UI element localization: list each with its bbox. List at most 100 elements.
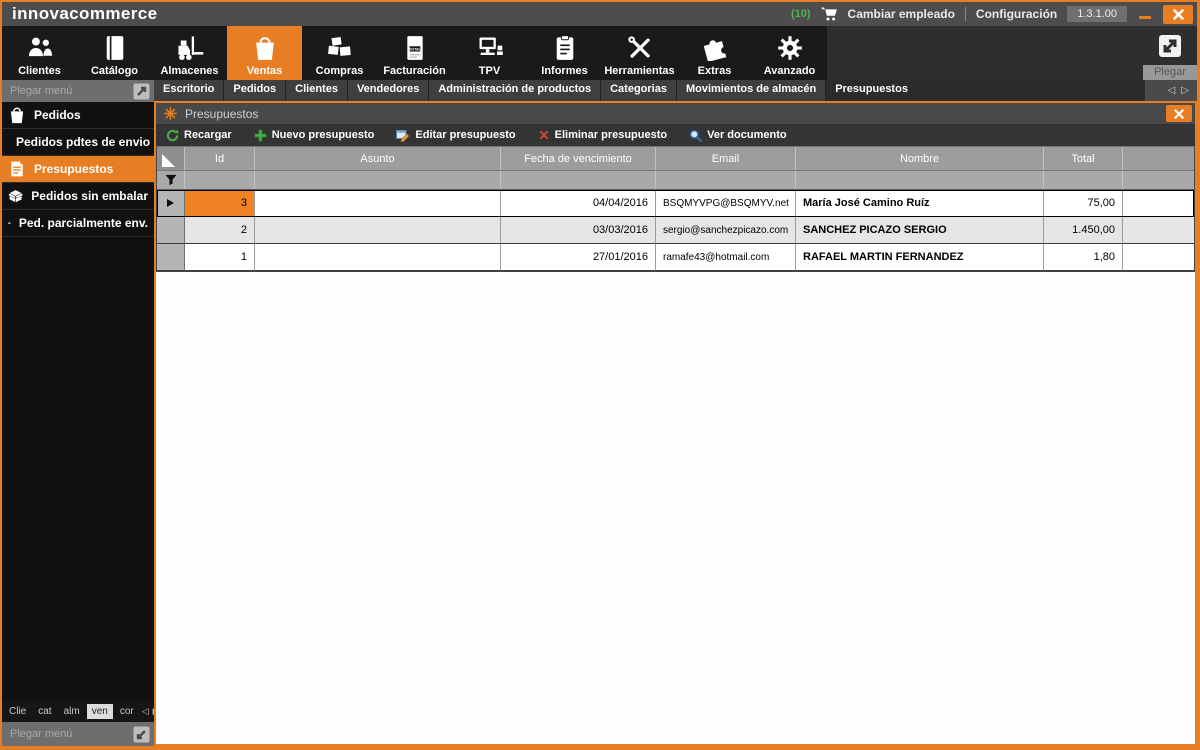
column-header-email[interactable]: Email: [656, 147, 796, 170]
tab-categorias[interactable]: Categorias: [601, 80, 677, 101]
cell-fecha[interactable]: 27/01/2016: [501, 244, 656, 271]
cell-email[interactable]: sergio@sanchezpicazo.com: [656, 217, 796, 244]
sidebar-item-ped-parcialmente-env[interactable]: Ped. parcialmente env.: [2, 210, 154, 237]
ribbon-item-tpv[interactable]: TPV: [452, 26, 527, 80]
app-close-button[interactable]: [1163, 4, 1193, 24]
window-close-button[interactable]: [1166, 105, 1192, 122]
mini-tab-compras[interactable]: cor: [115, 704, 139, 719]
cell-asunto[interactable]: [255, 244, 501, 271]
herramientas-icon: [626, 33, 654, 63]
cell-nombre[interactable]: María José Camino Ruíz: [796, 190, 1044, 217]
settings-button[interactable]: Configuración: [976, 7, 1057, 21]
filter-cell[interactable]: [255, 171, 501, 189]
column-header-id[interactable]: Id: [185, 147, 255, 170]
ribbon-item-facturacion[interactable]: TOTAL Facturación: [377, 26, 452, 80]
filter-cell[interactable]: [656, 171, 796, 189]
sidebar-item-label: Pedidos sin embalar: [31, 189, 148, 203]
change-employee-button[interactable]: Cambiar empleado: [848, 7, 955, 21]
column-header-total[interactable]: Total: [1044, 147, 1123, 170]
sidebar-item-pedidos-pdtes-envio[interactable]: Pedidos pdtes de envio: [2, 129, 154, 156]
almacenes-icon: [175, 33, 205, 63]
cell-total[interactable]: 1,80: [1044, 244, 1123, 271]
cell-fecha[interactable]: 03/03/2016: [501, 217, 656, 244]
cell-asunto[interactable]: [255, 217, 501, 244]
mini-tab-catalogo[interactable]: cat: [33, 704, 56, 719]
collapse-up-icon: [133, 83, 150, 99]
new-presupuesto-button[interactable]: Nuevo presupuesto: [254, 128, 374, 142]
column-header-fecha[interactable]: Fecha de vencimiento: [501, 147, 656, 170]
cart-icon[interactable]: [821, 7, 838, 21]
filter-funnel-cell[interactable]: [157, 171, 185, 189]
tabs-scroll-right-icon[interactable]: ▷: [1181, 85, 1189, 96]
delete-presupuesto-button[interactable]: Eliminar presupuesto: [538, 129, 667, 141]
edit-presupuesto-button[interactable]: Editar presupuesto: [396, 129, 516, 142]
sidebar-collapse-footer[interactable]: Plegar menú: [2, 722, 154, 746]
filter-cell[interactable]: [1044, 171, 1123, 189]
cell-email[interactable]: BSQMYVPG@BSQMYV.net: [656, 190, 796, 217]
ribbon-item-avanzado[interactable]: Avanzado: [752, 26, 827, 80]
reload-label: Recargar: [184, 129, 232, 141]
cell-fecha[interactable]: 04/04/2016: [501, 190, 656, 217]
ribbon-item-extras[interactable]: Extras: [677, 26, 752, 80]
ribbon-item-catalogo[interactable]: Catálogo: [77, 26, 152, 80]
grid-filter-row: [157, 171, 1194, 190]
cell-asunto[interactable]: [255, 190, 501, 217]
view-document-button[interactable]: Ver documento: [689, 129, 787, 142]
ribbon-item-informes[interactable]: Informes: [527, 26, 602, 80]
tab-clientes[interactable]: Clientes: [286, 80, 348, 101]
cell-total[interactable]: 75,00: [1044, 190, 1123, 217]
tab-administracion-de-productos[interactable]: Administración de productos: [429, 80, 602, 101]
reload-button[interactable]: Recargar: [166, 129, 232, 142]
ribbon-collapse-button[interactable]: Plegar: [1143, 26, 1197, 80]
cell-id[interactable]: 2: [185, 217, 255, 244]
window-titlebar: Presupuestos: [156, 103, 1195, 124]
tab-pedidos[interactable]: Pedidos: [224, 80, 287, 101]
tabs-scroll-left-icon[interactable]: ◁: [1168, 85, 1176, 96]
sidebar-collapse-header[interactable]: Plegar menú: [2, 80, 154, 102]
tab-vendedores[interactable]: Vendedores: [347, 80, 430, 101]
topbar-divider: [964, 7, 966, 21]
sidebar-item-pedidos[interactable]: Pedidos: [2, 102, 154, 129]
filter-cell[interactable]: [185, 171, 255, 189]
ribbon-item-clientes[interactable]: Clientes: [2, 26, 77, 80]
svg-text:TOTAL: TOTAL: [409, 47, 422, 51]
row-indicator-cell: [157, 244, 185, 271]
cell-extra[interactable]: [1123, 217, 1194, 244]
ribbon-item-ventas[interactable]: Ventas: [227, 26, 302, 80]
cell-extra[interactable]: [1123, 190, 1194, 217]
cell-total[interactable]: 1.450,00: [1044, 217, 1123, 244]
cell-nombre[interactable]: SANCHEZ PICAZO SERGIO: [796, 217, 1044, 244]
table-row[interactable]: 3 04/04/2016 BSQMYVPG@BSQMYV.net María J…: [157, 190, 1194, 217]
cell-id[interactable]: 1: [185, 244, 255, 271]
mini-tab-almacenes[interactable]: alm: [59, 704, 85, 719]
presupuestos-window: Presupuestos Recargar Nuevo presupuesto …: [154, 101, 1197, 746]
mini-tab-clientes[interactable]: Clie: [4, 704, 31, 719]
mini-tab-ventas[interactable]: ven: [86, 704, 113, 719]
tpv-icon: [476, 33, 504, 63]
table-row[interactable]: 2 03/03/2016 sergio@sanchezpicazo.com SA…: [157, 217, 1194, 244]
cell-email[interactable]: ramafe43@hotmail.com: [656, 244, 796, 271]
cell-extra[interactable]: [1123, 244, 1194, 271]
tab-escritorio[interactable]: Escritorio: [154, 80, 225, 101]
ribbon-item-herramientas[interactable]: Herramientas: [602, 26, 677, 80]
ribbon-label: Avanzado: [763, 65, 816, 77]
tab-presupuestos[interactable]: Presupuestos: [826, 80, 917, 101]
mini-tabs-left-arrow-icon[interactable]: ◁: [141, 706, 150, 717]
filter-cell[interactable]: [796, 171, 1044, 189]
ribbon-item-almacenes[interactable]: Almacenes: [152, 26, 227, 80]
ribbon-item-compras[interactable]: Compras: [302, 26, 377, 80]
tab-movimientos-de-almacen[interactable]: Movimientos de almacén: [676, 80, 827, 101]
sidebar-item-presupuestos[interactable]: Presupuestos: [2, 156, 154, 183]
table-row[interactable]: 1 27/01/2016 ramafe43@hotmail.com RAFAEL…: [157, 244, 1194, 271]
minimize-button[interactable]: [1137, 6, 1153, 22]
column-header-nombre[interactable]: Nombre: [796, 147, 1044, 170]
grid-corner-cell[interactable]: [157, 147, 185, 170]
sidebar-item-pedidos-sin-embalar[interactable]: Pedidos sin embalar: [2, 183, 154, 210]
sidebar-item-label: Pedidos pdtes de envio: [16, 135, 151, 149]
filter-cell[interactable]: [1123, 171, 1194, 189]
cell-nombre[interactable]: RAFAEL MARTIN FERNANDEZ: [796, 244, 1044, 271]
cell-id[interactable]: 3: [185, 190, 255, 217]
filter-cell[interactable]: [501, 171, 656, 189]
window-title: Presupuestos: [185, 106, 259, 121]
column-header-asunto[interactable]: Asunto: [255, 147, 501, 170]
